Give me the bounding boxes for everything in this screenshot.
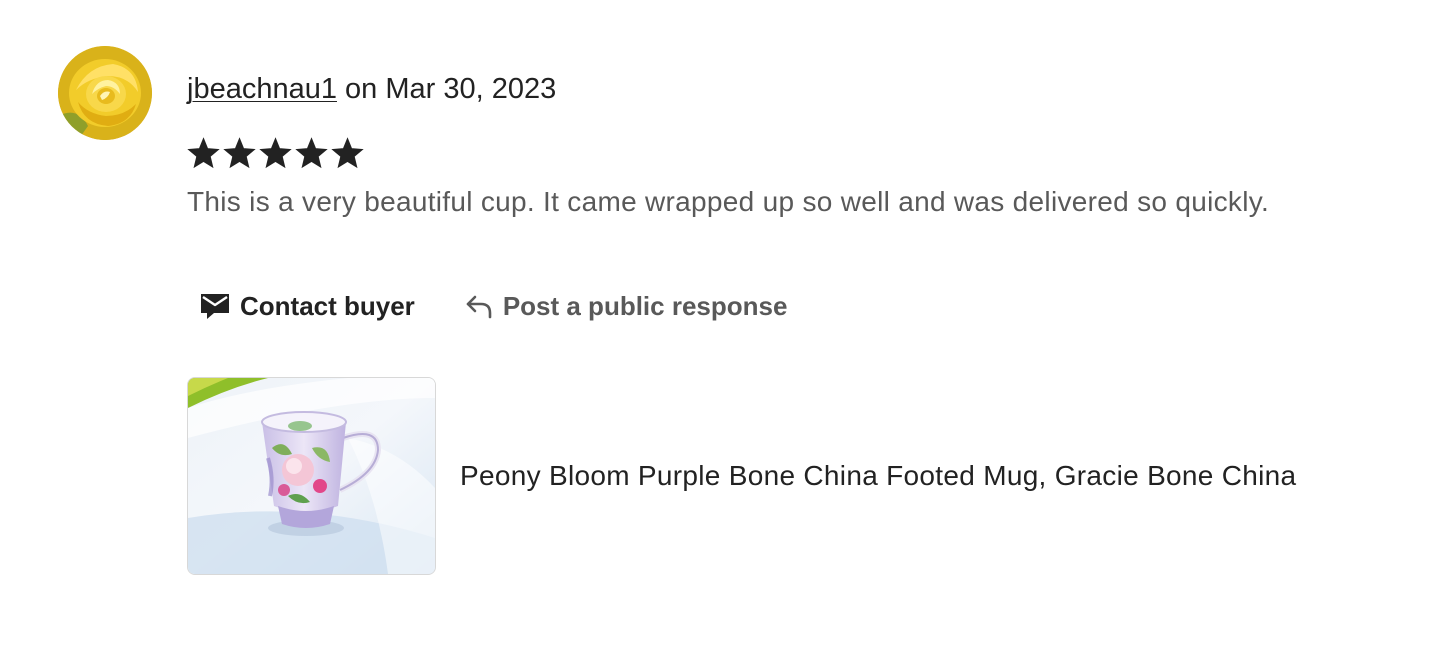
reviewed-product: Peony Bloom Purple Bone China Footed Mug… — [187, 377, 1296, 575]
review-date: on Mar 30, 2023 — [336, 73, 557, 105]
review-header: jbeachnau1 on Mar 30, 2023 — [187, 70, 556, 108]
reviewer-username-link[interactable]: jbeachnau1 — [187, 73, 337, 105]
review-actions: Contact buyer Post a public response — [200, 286, 787, 326]
envelope-icon — [200, 292, 230, 320]
yellow-rose-avatar-image — [58, 46, 152, 140]
post-public-response-button[interactable]: Post a public response — [465, 290, 788, 322]
star-icon — [295, 137, 328, 169]
avatar[interactable] — [58, 46, 152, 140]
product-title-link[interactable]: Peony Bloom Purple Bone China Footed Mug… — [460, 457, 1296, 495]
star-icon — [331, 137, 364, 169]
star-icon — [259, 137, 292, 169]
mug-product-image — [188, 378, 435, 574]
star-rating — [187, 137, 364, 170]
review-text: This is a very beautiful cup. It came wr… — [187, 186, 1270, 217]
reply-arrow-icon — [465, 293, 493, 319]
star-icon — [223, 137, 256, 169]
contact-buyer-button[interactable]: Contact buyer — [200, 291, 415, 322]
star-icon — [187, 137, 220, 169]
product-thumbnail[interactable] — [187, 377, 436, 575]
contact-buyer-label: Contact buyer — [240, 290, 415, 321]
post-public-response-label: Post a public response — [502, 290, 788, 321]
